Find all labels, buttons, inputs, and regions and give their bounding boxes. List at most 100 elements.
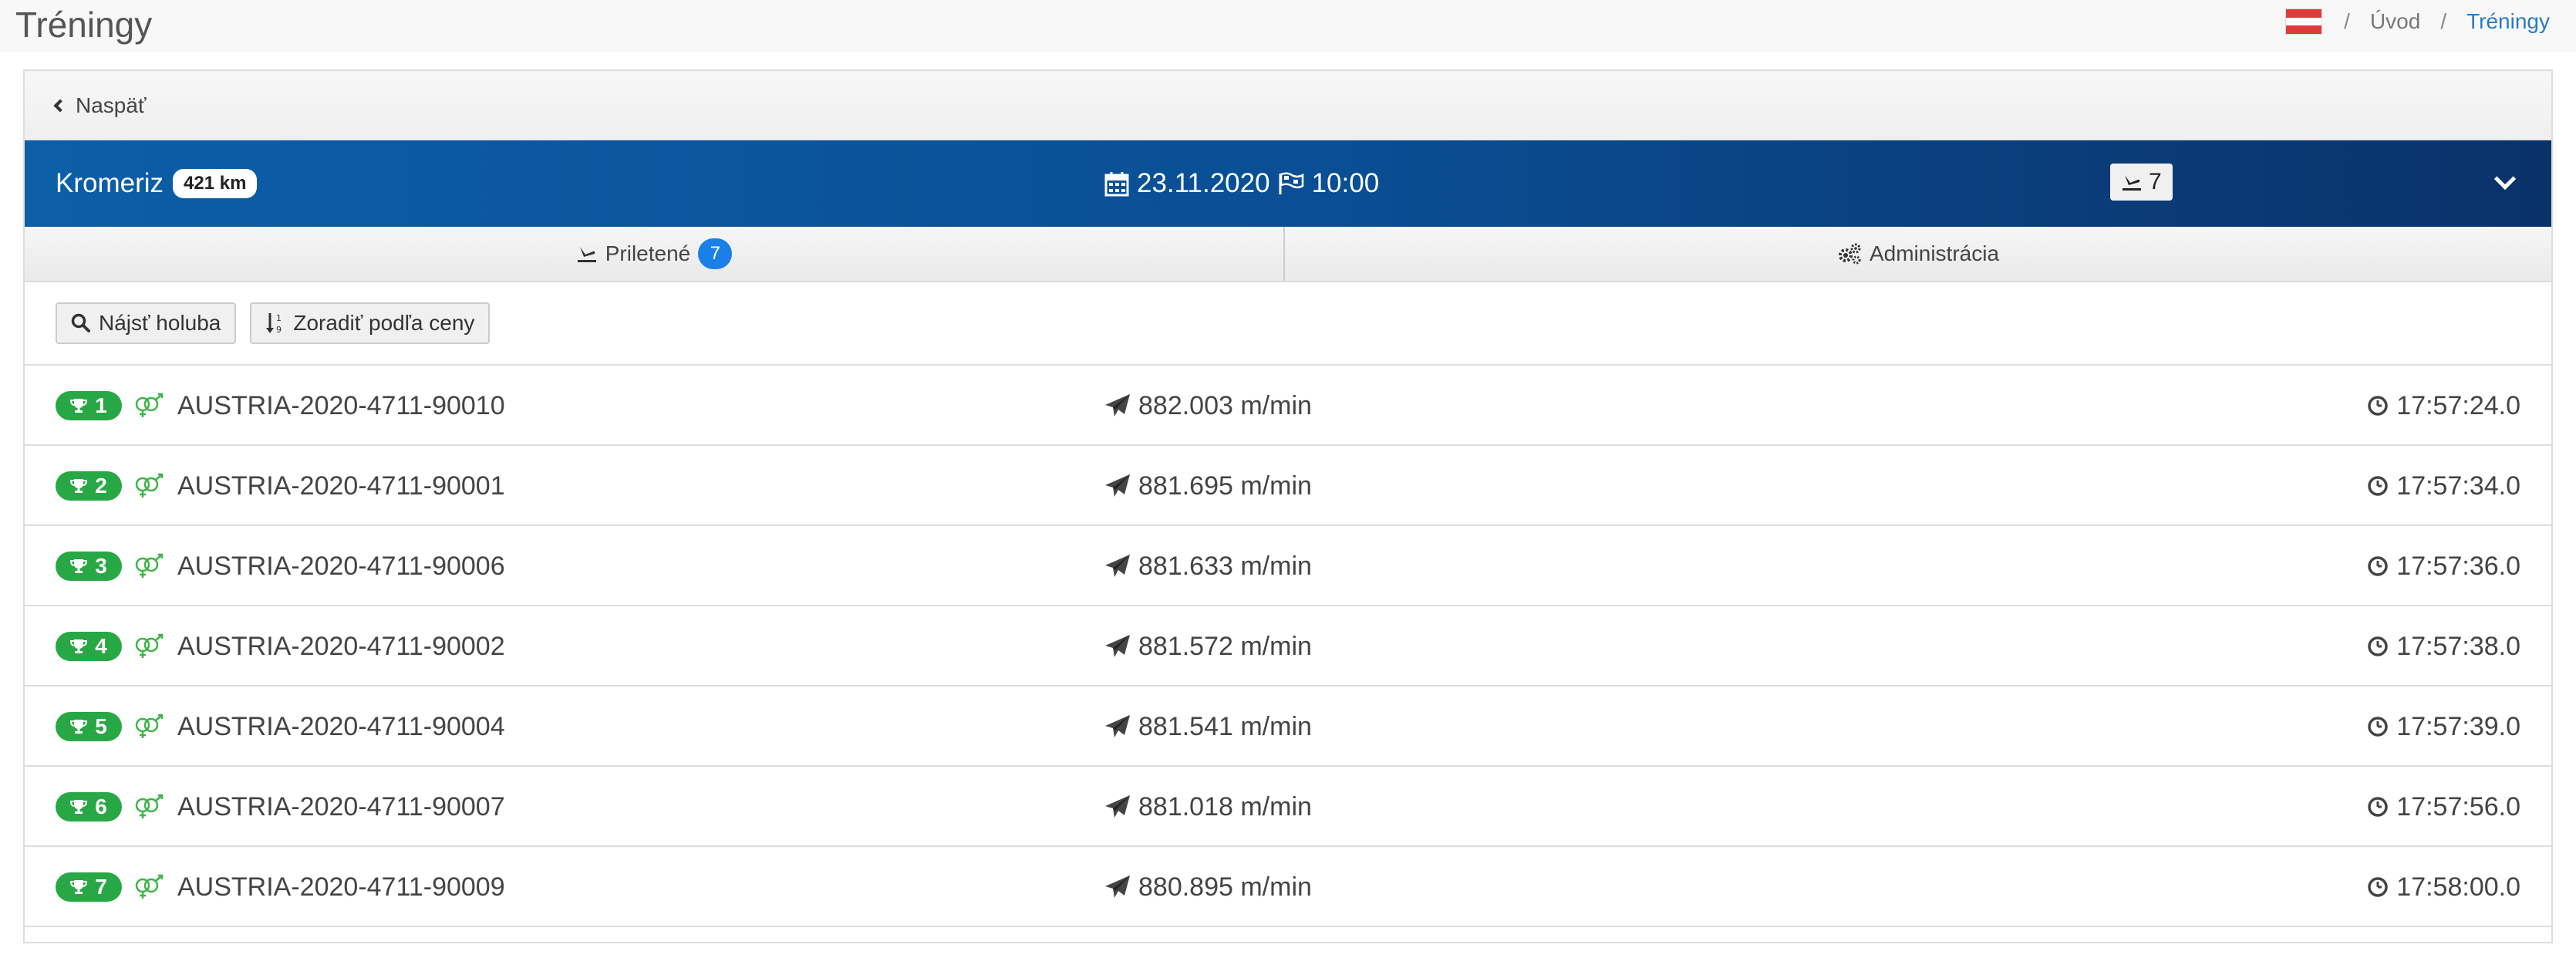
race-title: Kromeriz 421 km	[56, 140, 258, 227]
arrival-time: 17:57:56.0	[2396, 791, 2520, 821]
trophy-icon	[70, 397, 88, 414]
breadcrumb-separator: /	[2344, 9, 2350, 33]
page-title: Tréningy	[15, 5, 153, 45]
clock-icon	[2367, 796, 2389, 818]
arrival-row[interactable]: 3 AUSTRIA-2020-4711-90006 881.633 m/min …	[25, 526, 2551, 606]
chevron-left-icon	[53, 99, 67, 112]
rank-badge: 1	[56, 391, 122, 420]
rank-badge: 5	[56, 712, 122, 741]
sort-by-price-label: Zoradiť podľa ceny	[293, 311, 475, 335]
tab-arrived-count: 7	[698, 238, 733, 269]
paper-plane-icon	[1104, 875, 1131, 899]
distance-badge: 421 km	[173, 169, 258, 198]
paper-plane-icon	[1104, 795, 1131, 819]
trophy-icon	[70, 558, 88, 575]
gender-pair-icon	[133, 794, 167, 820]
rank-number: 5	[95, 714, 107, 738]
clock-icon	[2367, 395, 2389, 417]
arrival-list: 1 AUSTRIA-2020-4711-90010 882.003 m/min …	[25, 366, 2551, 927]
race-datetime: 23.11.2020 10:00	[1104, 140, 1379, 227]
gender-pair-icon	[133, 553, 167, 579]
tab-bar: Priletené 7 Administrácia	[25, 227, 2551, 282]
breadcrumb-separator: /	[2440, 9, 2447, 33]
tab-administration[interactable]: Administrácia	[1285, 227, 2551, 281]
gender-pair-icon	[133, 633, 167, 660]
arrival-row[interactable]: 4 AUSTRIA-2020-4711-90002 881.572 m/min …	[25, 606, 2551, 687]
arrival-time: 17:58:00.0	[2396, 872, 2520, 902]
back-bar: Naspäť	[25, 71, 2551, 140]
clock-icon	[2367, 636, 2389, 657]
trophy-icon	[70, 638, 88, 655]
trophy-icon	[70, 879, 88, 896]
breadcrumb-current[interactable]: Tréningy	[2466, 9, 2550, 34]
arrival-time: 17:57:36.0	[2396, 551, 2520, 581]
speed-value: 882.003 m/min	[1138, 390, 1312, 420]
landing-icon	[2121, 172, 2143, 192]
tab-administration-label: Administrácia	[1869, 241, 2000, 265]
paper-plane-icon	[1104, 474, 1131, 498]
rank-badge: 3	[56, 552, 122, 581]
gender-pair-icon	[133, 874, 167, 900]
sort-by-price-button[interactable]: 19 Zoradiť podľa ceny	[250, 302, 491, 344]
arrival-time: 17:57:24.0	[2396, 390, 2520, 420]
race-header[interactable]: Kromeriz 421 km 23.11.2020 10:00 7	[25, 140, 2551, 227]
chevron-down-icon[interactable]	[2493, 167, 2517, 191]
landing-icon	[576, 244, 598, 264]
rank-number: 4	[95, 634, 107, 658]
clock-icon	[2367, 475, 2389, 497]
back-button[interactable]: Naspäť	[53, 93, 147, 118]
race-start-time: 10:00	[1311, 168, 1380, 198]
gender-pair-icon	[133, 714, 167, 740]
tab-arrived[interactable]: Priletené 7	[25, 227, 1285, 281]
back-label: Naspäť	[76, 93, 147, 117]
calendar-icon	[1104, 170, 1129, 197]
trophy-icon	[70, 477, 88, 494]
arrival-row[interactable]: 2 AUSTRIA-2020-4711-90001 881.695 m/min …	[25, 446, 2551, 526]
find-pigeon-label: Nájsť holuba	[99, 311, 221, 335]
arrival-row[interactable]: 5 AUSTRIA-2020-4711-90004 881.541 m/min …	[25, 687, 2551, 767]
arrival-row[interactable]: 7 AUSTRIA-2020-4711-90009 880.895 m/min …	[25, 847, 2551, 927]
ring-number: AUSTRIA-2020-4711-90006	[177, 551, 505, 581]
toolbar: Nájsť holuba 19 Zoradiť podľa ceny	[25, 282, 2551, 366]
ring-number: AUSTRIA-2020-4711-90007	[177, 791, 505, 821]
race-date: 23.11.2020	[1137, 168, 1270, 198]
austria-flag-icon[interactable]	[2285, 8, 2323, 35]
arrival-row[interactable]: 6 AUSTRIA-2020-4711-90007 881.018 m/min …	[25, 767, 2551, 847]
breadcrumb: / Úvod / Tréningy	[2285, 6, 2550, 37]
clock-icon	[2367, 716, 2389, 737]
speed-value: 881.695 m/min	[1138, 471, 1312, 501]
gender-pair-icon	[133, 473, 167, 499]
ring-number: AUSTRIA-2020-4711-90001	[177, 471, 505, 501]
paper-plane-icon	[1104, 634, 1131, 659]
speed-value: 881.572 m/min	[1138, 631, 1312, 661]
arrived-count: 7	[2149, 169, 2162, 194]
paper-plane-icon	[1104, 554, 1131, 579]
ring-number: AUSTRIA-2020-4711-90002	[177, 631, 505, 661]
gender-pair-icon	[133, 393, 167, 419]
ring-number: AUSTRIA-2020-4711-90004	[177, 711, 505, 741]
svg-text:1: 1	[276, 313, 282, 323]
paper-plane-icon	[1104, 393, 1131, 418]
sort-icon: 19	[265, 312, 285, 335]
clock-icon	[2367, 555, 2389, 577]
top-header: Tréningy / Úvod / Tréningy	[0, 0, 2576, 52]
tab-arrived-label: Priletené	[605, 241, 691, 265]
arrival-row[interactable]: 1 AUSTRIA-2020-4711-90010 882.003 m/min …	[25, 366, 2551, 446]
ring-number: AUSTRIA-2020-4711-90009	[177, 872, 505, 902]
svg-text:9: 9	[276, 325, 282, 335]
rank-badge: 2	[56, 471, 122, 501]
clock-icon	[2367, 876, 2389, 898]
rank-number: 1	[95, 393, 107, 417]
find-pigeon-button[interactable]: Nájsť holuba	[56, 302, 237, 344]
arrival-time: 17:57:34.0	[2396, 471, 2520, 501]
trophy-icon	[70, 718, 88, 735]
breadcrumb-home-link[interactable]: Úvod	[2370, 9, 2420, 34]
checkered-flag-icon	[1278, 172, 1304, 195]
speed-value: 881.541 m/min	[1138, 711, 1312, 741]
arrival-time: 17:57:39.0	[2396, 711, 2520, 741]
training-panel: Naspäť Kromeriz 421 km 23.11.2020 10:00 …	[23, 69, 2553, 943]
speed-value: 881.633 m/min	[1138, 551, 1312, 581]
arrived-count-badge: 7	[2110, 164, 2173, 201]
rank-number: 7	[95, 875, 107, 899]
rank-badge: 4	[56, 632, 122, 661]
